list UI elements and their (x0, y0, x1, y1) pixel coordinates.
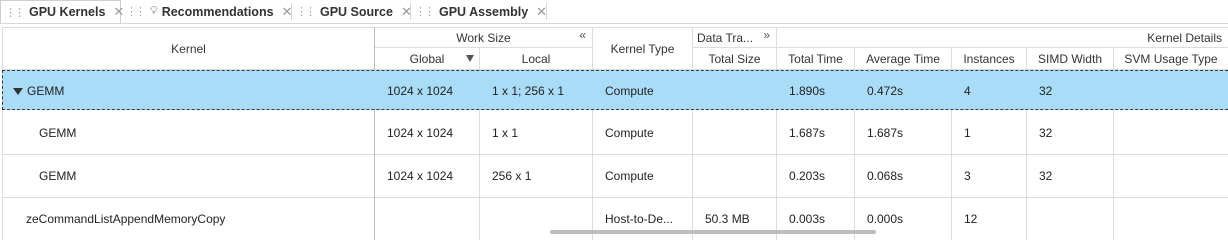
kernel-name: GEMM (27, 84, 65, 98)
sort-descending-icon[interactable] (466, 55, 474, 62)
header-average-time[interactable]: Average Time (855, 48, 951, 69)
cell-svm-usage-type (1126, 155, 1226, 197)
drag-grip-icon[interactable]: ⋮⋮ (5, 6, 25, 19)
cell-total-time: 1.687s (789, 126, 826, 140)
header-svm-usage-type[interactable]: SVM Usage Type (1114, 48, 1228, 69)
cell-average-time: 0.068s (867, 169, 904, 183)
cell-instances: 1 (964, 126, 971, 140)
cell-instances: 12 (964, 212, 978, 226)
tab-gpu-source[interactable]: ⋮⋮ GPU Source ✕ (292, 0, 412, 23)
cell-simd-width: 32 (1039, 169, 1053, 183)
expand-right-icon[interactable]: » (763, 28, 770, 42)
cell-global: 1024 x 1024 (387, 169, 454, 183)
cell-global: 1024 x 1024 (387, 84, 454, 98)
header-work-size-label: Work Size (456, 30, 511, 45)
header-local[interactable]: Local (480, 48, 592, 69)
cell-local: 256 x 1 (492, 169, 532, 183)
header-kernel-type[interactable]: Kernel Type (593, 28, 692, 69)
tab-label: GPU Assembly (439, 4, 529, 19)
header-data-transfer[interactable]: Data Tra... » (697, 28, 776, 47)
cell-global: 1024 x 1024 (387, 126, 454, 140)
collapse-left-icon[interactable]: « (579, 28, 586, 42)
tab-gpu-assembly[interactable]: ⋮⋮ GPU Assembly ✕ (411, 0, 547, 23)
cell-simd-width (1039, 198, 1111, 240)
tab-label: GPU Source (320, 4, 393, 19)
lightbulb-icon: 💡︎ (150, 5, 158, 17)
cell-average-time: 1.687s (867, 126, 904, 140)
tab-gpu-kernels[interactable]: ⋮⋮ GPU Kernels ✕ (0, 0, 124, 24)
cell-svm-usage-type (1126, 71, 1226, 111)
header-work-size[interactable]: Work Size « (375, 28, 592, 47)
cell-instances: 3 (964, 169, 971, 183)
table-row-kernel[interactable]: GEMM (39, 155, 373, 197)
cell-total-time: 1.890s (789, 84, 826, 98)
cell-average-time: 0.472s (867, 84, 904, 98)
header-instances[interactable]: Instances (952, 48, 1026, 69)
cell-total-size (705, 71, 775, 111)
cell-total-time: 0.203s (789, 169, 826, 183)
header-global[interactable]: Global (375, 48, 479, 69)
tab-recommendations[interactable]: ⋮⋮ 💡︎ Recommendations ✕ (122, 0, 292, 23)
table-row-kernel[interactable]: GEMM (13, 71, 373, 111)
drag-grip-icon[interactable]: ⋮⋮ (296, 5, 316, 18)
cell-average-time: 0.000s (867, 212, 904, 226)
horizontal-scrollbar[interactable] (550, 230, 876, 234)
cell-kernel-type: Compute (605, 169, 654, 183)
cell-simd-width: 32 (1039, 84, 1053, 98)
table-row-kernel[interactable]: zeCommandListAppendMemoryCopy (26, 198, 373, 240)
header-kernel[interactable]: Kernel (3, 28, 374, 69)
tab-label: Recommendations (161, 4, 274, 19)
drag-grip-icon[interactable]: ⋮⋮ (126, 5, 146, 18)
header-total-size[interactable]: Total Size (693, 48, 776, 69)
header-simd-width[interactable]: SIMD Width (1027, 48, 1113, 69)
cell-total-size (705, 112, 775, 154)
cell-total-size (705, 155, 775, 197)
cell-instances: 4 (964, 84, 971, 98)
tab-label: GPU Kernels (29, 5, 106, 19)
tab-bar: ⋮⋮ GPU Kernels ✕ ⋮⋮ 💡︎ Recommendations ✕… (0, 0, 1228, 24)
expand-triangle-icon[interactable] (13, 87, 23, 95)
cell-kernel-type: Compute (605, 84, 654, 98)
tab-bar-underline (0, 23, 1228, 24)
header-kernel-details[interactable]: Kernel Details (777, 28, 1222, 47)
cell-global (387, 198, 477, 240)
cell-simd-width: 32 (1039, 126, 1053, 140)
header-data-transfer-label: Data Tra... (697, 30, 754, 45)
cell-local: 1 x 1; 256 x 1 (492, 84, 565, 98)
drag-grip-icon[interactable]: ⋮⋮ (415, 5, 435, 18)
cell-svm-usage-type (1126, 112, 1226, 154)
table-row-kernel[interactable]: GEMM (39, 112, 373, 154)
cell-local: 1 x 1 (492, 126, 519, 140)
gpu-kernels-grid: Kernel Work Size « Global Local Kernel T… (0, 27, 1228, 240)
cell-svm-usage-type (1126, 198, 1226, 240)
tab-divider (546, 3, 547, 20)
header-total-time[interactable]: Total Time (777, 48, 854, 69)
cell-kernel-type: Compute (605, 126, 654, 140)
